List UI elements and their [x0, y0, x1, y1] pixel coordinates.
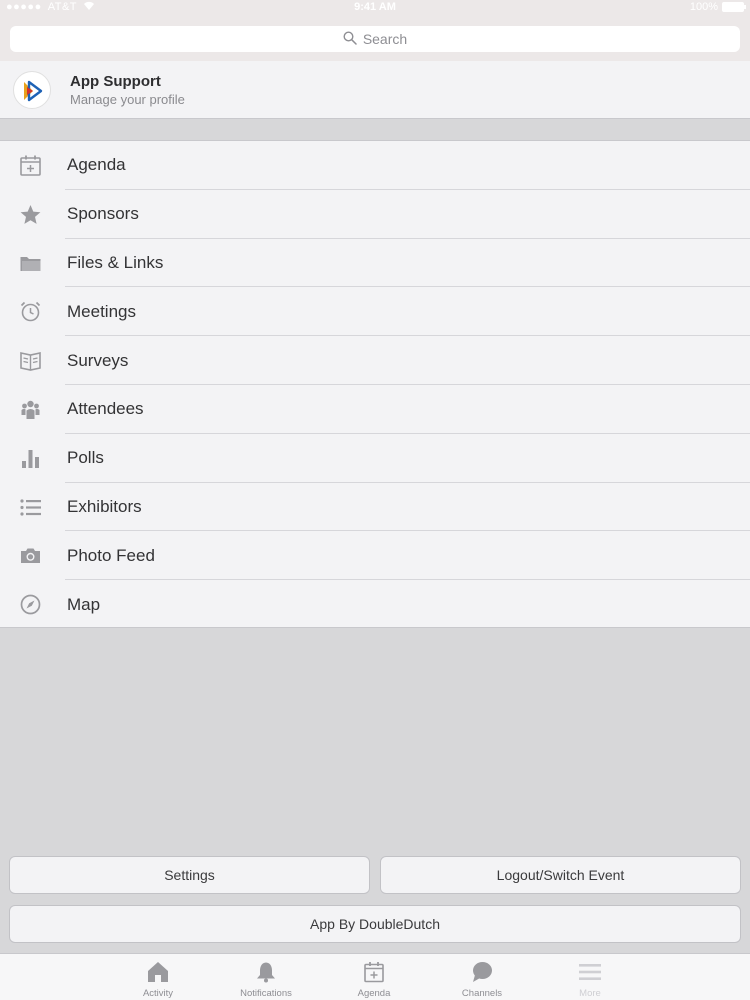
profile-subtitle: Manage your profile: [70, 92, 185, 107]
tab-label: Agenda: [357, 988, 391, 999]
menu-item-label: Surveys: [67, 350, 129, 370]
tab-label: More: [579, 988, 601, 999]
battery-percent: 100%: [689, 1, 718, 13]
search-input[interactable]: Search: [10, 26, 740, 52]
menu-item-label: Attendees: [67, 399, 144, 419]
tab-more[interactable]: More: [536, 954, 644, 1000]
tab-channels[interactable]: Channels: [428, 954, 536, 1000]
menu-item-meetings[interactable]: Meetings: [0, 287, 750, 337]
status-time: 9:41 AM: [354, 1, 396, 13]
tab-label: Notifications: [240, 988, 292, 999]
compass-icon: [19, 593, 42, 616]
battery-info: 100%: [689, 1, 746, 13]
menu-item-photo-feed[interactable]: Photo Feed: [0, 531, 750, 581]
list-icon: [19, 496, 42, 519]
menu-item-files-links[interactable]: Files & Links: [0, 239, 750, 288]
bar-chart-icon: [19, 447, 42, 470]
menu-item-surveys[interactable]: Surveys: [0, 336, 750, 385]
people-icon: [19, 398, 42, 421]
folder-icon: [19, 252, 42, 275]
menu-item-label: Meetings: [67, 301, 136, 321]
tab-label: Activity: [142, 988, 174, 999]
profile-name: App Support: [70, 73, 161, 90]
status-bar: ●●●●● AT&T 9:41 AM 100%: [0, 0, 750, 24]
calendar-add-icon: [19, 154, 42, 177]
menu-item-label: Map: [67, 594, 101, 614]
tab-label: Channels: [461, 988, 503, 999]
menu-item-label: Sponsors: [67, 204, 139, 224]
home-icon: [146, 960, 170, 984]
menu-item-attendees[interactable]: Attendees: [0, 385, 750, 434]
doubledutch-logo-icon: [24, 80, 43, 102]
menu-list: Agenda Sponsors Files & Links Meetings S…: [0, 140, 750, 628]
settings-button[interactable]: Settings: [9, 856, 370, 894]
menu-item-map[interactable]: Map: [0, 580, 750, 629]
calendar-add-icon: [362, 960, 386, 984]
menu-item-label: Exhibitors: [67, 496, 142, 516]
search-icon: [343, 30, 357, 48]
battery-icon: [722, 2, 746, 12]
star-icon: [19, 203, 42, 226]
menu-item-label: Files & Links: [67, 252, 164, 272]
menu-item-label: Agenda: [67, 155, 126, 175]
app-by-doubledutch-button[interactable]: App By DoubleDutch: [9, 905, 741, 943]
search-bar: Search: [0, 24, 750, 61]
menu-item-sponsors[interactable]: Sponsors: [0, 190, 750, 239]
book-icon: [19, 349, 42, 372]
hamburger-icon: [578, 960, 602, 984]
menu-item-agenda[interactable]: Agenda: [0, 141, 750, 190]
menu-item-polls[interactable]: Polls: [0, 434, 750, 483]
camera-icon: [19, 544, 42, 567]
avatar: [13, 71, 51, 109]
chat-bubble-icon: [470, 960, 494, 984]
alarm-clock-icon: [19, 300, 42, 323]
menu-item-exhibitors[interactable]: Exhibitors: [0, 483, 750, 532]
tab-activity[interactable]: Activity: [104, 954, 212, 1000]
logout-switch-event-button[interactable]: Logout/Switch Event: [380, 856, 741, 894]
search-placeholder: Search: [362, 31, 408, 47]
menu-item-label: Polls: [67, 448, 104, 468]
bell-icon: [254, 960, 278, 984]
tab-notifications[interactable]: Notifications: [212, 954, 320, 1000]
menu-item-label: Photo Feed: [67, 545, 155, 565]
tab-bar: Activity Notifications Agenda Channels M…: [0, 953, 750, 1000]
profile-row[interactable]: App Support Manage your profile: [0, 61, 750, 119]
tab-agenda[interactable]: Agenda: [320, 954, 428, 1000]
